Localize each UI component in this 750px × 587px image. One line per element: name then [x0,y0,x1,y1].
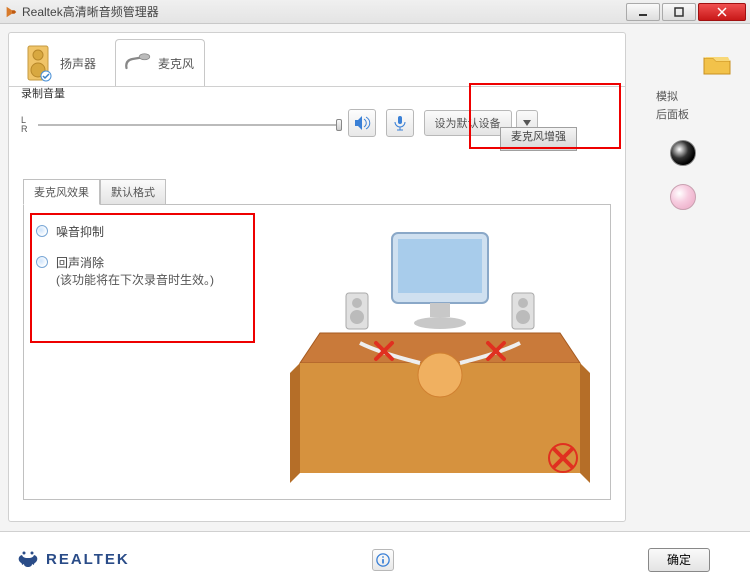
sub-tabs: 麦克风效果 默认格式 [23,179,625,205]
title-bar: Realtek高清晰音频管理器 [0,0,750,24]
minimize-button[interactable] [626,3,660,21]
maximize-button[interactable] [662,3,696,21]
jack-pink[interactable] [670,184,696,210]
ok-button[interactable]: 确定 [648,548,710,572]
desk-illustration [280,213,600,493]
sidebar-section-label: 模拟 [656,88,742,104]
window-title: Realtek高清晰音频管理器 [22,3,159,20]
set-default-device-button[interactable]: 设为默认设备 [424,110,512,136]
brand: REALTEK [16,548,130,572]
record-volume-slider[interactable] [38,117,338,133]
client-area: 扬声器 麦克风 录制音量 L R [0,24,750,587]
lr-indicator: L R [21,116,28,134]
record-volume-label: 录制音量 [21,85,65,101]
app-icon [4,5,18,19]
speaker-icon [24,44,54,82]
realtek-crab-icon [16,548,40,572]
main-panel: 扬声器 麦克风 录制音量 L R [8,32,626,522]
jack-black[interactable] [670,140,696,166]
option-echo-cancellation[interactable]: 回声消除 (该功能将在下次录音时生效。) [36,250,246,292]
info-button[interactable] [372,549,394,571]
mic-boost-button[interactable]: 麦克风增强 [500,127,577,151]
folder-icon[interactable] [702,52,732,76]
radio-icon [36,225,48,237]
close-button[interactable] [698,3,746,21]
tab-microphone-label: 麦克风 [158,55,194,72]
connector-sidebar: 模拟 后面板 [642,32,742,522]
radio-icon [36,256,48,268]
record-volume-row: 录制音量 L R 设为默认设备 麦克风增强 [9,87,625,143]
window-buttons [624,3,746,21]
options-column: 噪音抑制 回声消除 (该功能将在下次录音时生效。) [36,219,246,298]
tab-speaker[interactable]: 扬声器 [17,39,107,86]
mic-mute-button[interactable] [386,109,414,137]
rear-panel-label: 后面板 [656,106,742,122]
brand-text: REALTEK [46,551,130,568]
mic-effects-panel: 噪音抑制 回声消除 (该功能将在下次录音时生效。) [23,204,611,500]
playback-mute-button[interactable] [348,109,376,137]
tab-speaker-label: 扬声器 [60,55,96,72]
footer: REALTEK 确定 [0,531,750,587]
subtab-mic-effects[interactable]: 麦克风效果 [23,179,100,205]
subtab-default-format[interactable]: 默认格式 [100,179,166,205]
microphone-icon [122,53,152,73]
chevron-down-icon [523,120,531,126]
option-noise-suppression[interactable]: 噪音抑制 [36,219,246,244]
device-tabs: 扬声器 麦克风 [9,33,625,87]
tab-microphone[interactable]: 麦克风 [115,39,205,86]
